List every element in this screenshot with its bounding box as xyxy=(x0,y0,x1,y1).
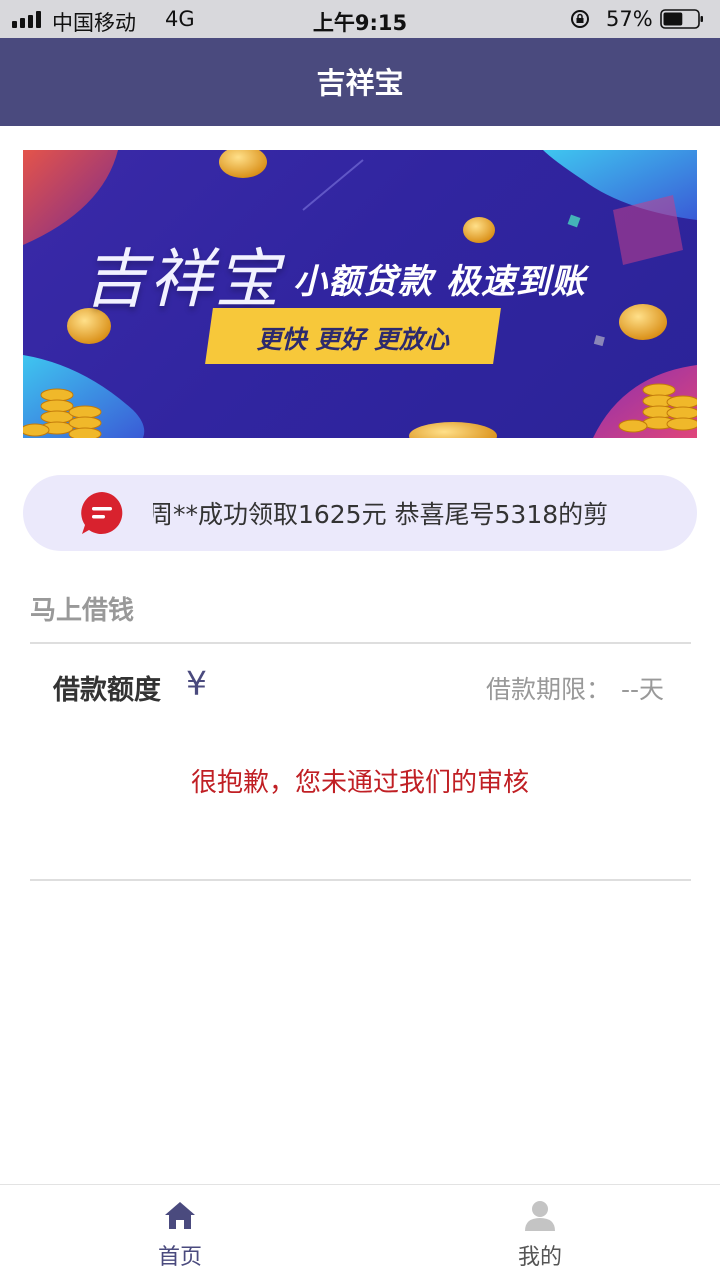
home-icon xyxy=(165,1202,195,1229)
banner-tag: 更快 更好 更放心 xyxy=(205,308,501,364)
notice-text-window: j周**成功领取1625元 恭喜尾号5318的剪 xyxy=(153,475,631,551)
status-bar: 中国移动 4G 上午9:15 57% xyxy=(0,0,720,38)
tab-home[interactable]: 首页 xyxy=(0,1185,360,1281)
page-title: 吉祥宝 xyxy=(316,66,404,100)
banner-slogan: 小额贷款 极速到账 xyxy=(293,262,586,302)
user-icon xyxy=(525,1201,555,1231)
section-title: 马上借钱 xyxy=(30,596,135,626)
banner-tagline: 更快 更好 更放心 xyxy=(256,325,449,354)
loan-term-label: 借款期限： xyxy=(486,675,612,704)
tab-mine[interactable]: 我的 xyxy=(360,1185,720,1281)
battery-percent: 57% xyxy=(606,7,653,31)
divider xyxy=(30,642,691,644)
promo-banner[interactable]: 吉祥宝 小额贷款 极速到账 更快 更好 更放心 xyxy=(23,150,697,438)
yen-icon: ¥ xyxy=(186,664,207,703)
tab-home-label: 首页 xyxy=(157,1245,202,1270)
divider xyxy=(30,879,691,881)
tab-mine-label: 我的 xyxy=(517,1245,562,1270)
notice-marquee[interactable]: j周**成功领取1625元 恭喜尾号5318的剪 xyxy=(23,475,697,551)
notice-text: j周**成功领取1625元 恭喜尾号5318的剪 xyxy=(153,500,609,529)
rejection-message: 很抱歉，您未通过我们的审核 xyxy=(190,768,529,798)
battery-icon xyxy=(660,9,703,29)
rotation-lock-icon xyxy=(571,10,589,28)
banner-brand: 吉祥宝 xyxy=(83,243,281,317)
loan-amount-label: 借款额度 xyxy=(53,675,161,706)
message-icon xyxy=(81,492,123,534)
tab-bar: 首页 我的 xyxy=(0,1184,720,1281)
loan-term-value: --天 xyxy=(621,675,665,704)
nav-bar: 吉祥宝 xyxy=(0,38,720,126)
